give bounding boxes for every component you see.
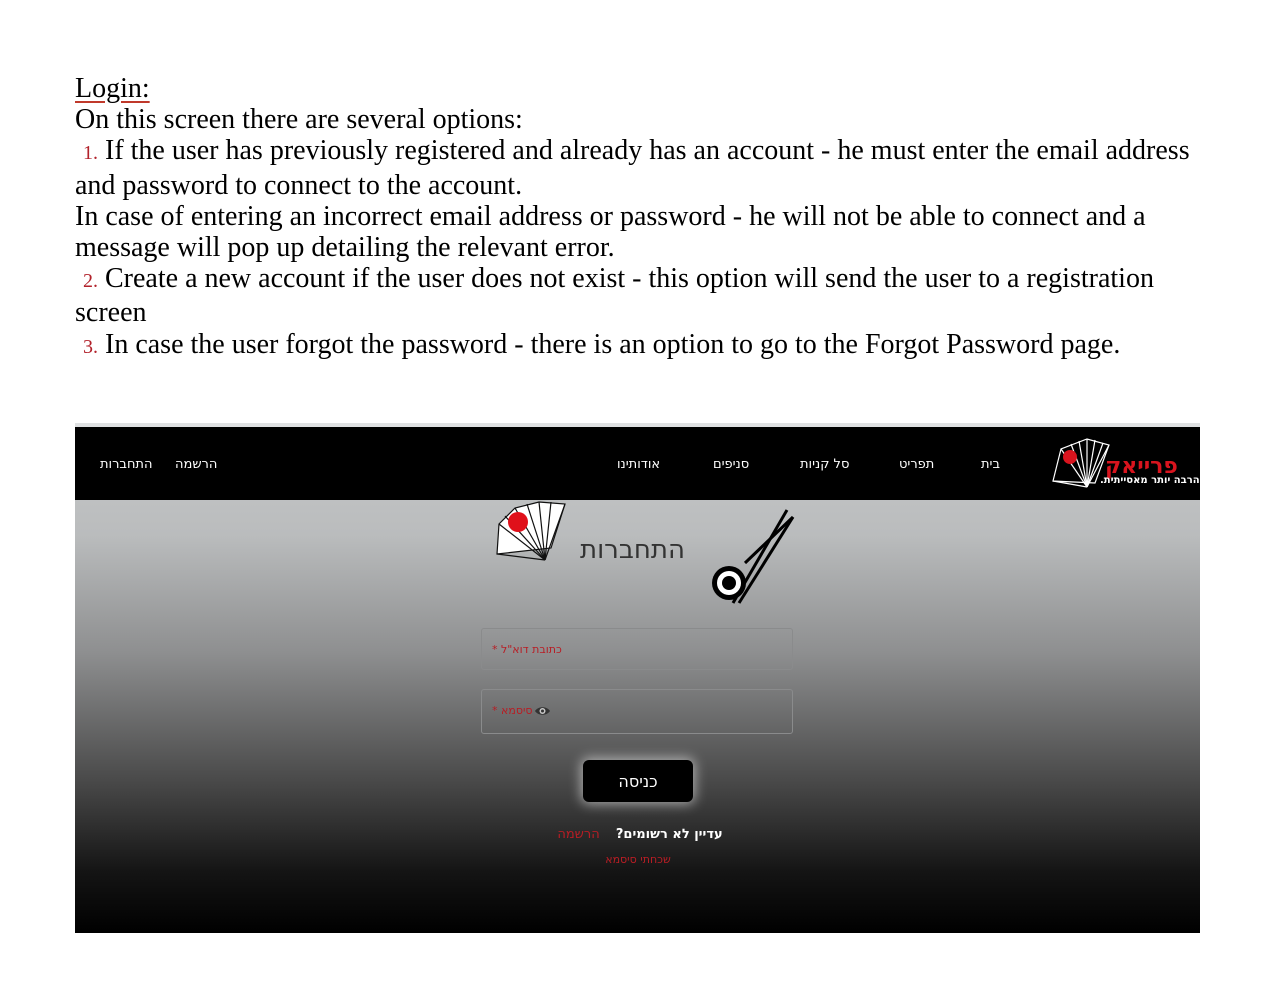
document-text: Login: On this screen there are several … — [75, 73, 1205, 363]
item-number: 2. — [83, 270, 98, 293]
nav-branches-link[interactable]: סניפים — [713, 457, 749, 472]
navbar: התחברות הרשמה אודותינו סניפים סל קניות ת… — [75, 427, 1200, 500]
password-field[interactable]: סיסמא * — [481, 689, 793, 734]
eye-icon[interactable] — [534, 704, 551, 718]
item-text: Create a new account if the user does no… — [75, 263, 1154, 329]
page-title: התחברות — [580, 535, 685, 565]
document-intro: On this screen there are several options… — [75, 104, 523, 136]
password-placeholder: סיסמא * — [492, 704, 533, 717]
item-number: 1. — [83, 142, 98, 165]
sushi-chopsticks-icon — [712, 509, 795, 604]
fan-icon — [496, 501, 566, 561]
document-note: In case of entering an incorrect email a… — [75, 200, 1146, 264]
list-item: 3. In case the user forgot the password … — [75, 329, 1205, 363]
list-item: 1. If the user has previously registered… — [75, 135, 1205, 200]
not-registered-text: עדיין לא רשומים? — [615, 827, 723, 842]
list-item: 2. Create a new account if the user does… — [75, 263, 1205, 328]
logo-tagline: הרבה יותר מאסייתית. — [1100, 475, 1200, 486]
nav-login-link[interactable]: התחברות — [100, 457, 152, 472]
forgot-password-link[interactable]: שכחתי סיסמא — [555, 853, 721, 866]
item-text: If the user has previously registered an… — [75, 135, 1190, 201]
nav-about-link[interactable]: אודותינו — [617, 457, 660, 472]
login-button[interactable]: כניסה — [583, 760, 693, 802]
email-field[interactable]: כתובת דוא"ל * — [481, 628, 793, 670]
nav-register-link[interactable]: הרשמה — [175, 457, 217, 472]
login-screenshot: התחברות הרשמה אודותינו סניפים סל קניות ת… — [75, 423, 1200, 933]
document-heading: Login: — [75, 73, 150, 104]
nav-home-link[interactable]: בית — [981, 457, 1000, 472]
email-placeholder: כתובת דוא"ל * — [492, 643, 562, 656]
item-text: In case the user forgot the password - t… — [105, 328, 1121, 360]
nav-menu-link[interactable]: תפריט — [899, 457, 934, 472]
register-link[interactable]: הרשמה — [557, 827, 599, 842]
item-number: 3. — [83, 335, 98, 358]
register-prompt: עדיין לא רשומים? הרשמה — [555, 827, 725, 842]
nav-cart-link[interactable]: סל קניות — [800, 457, 849, 472]
